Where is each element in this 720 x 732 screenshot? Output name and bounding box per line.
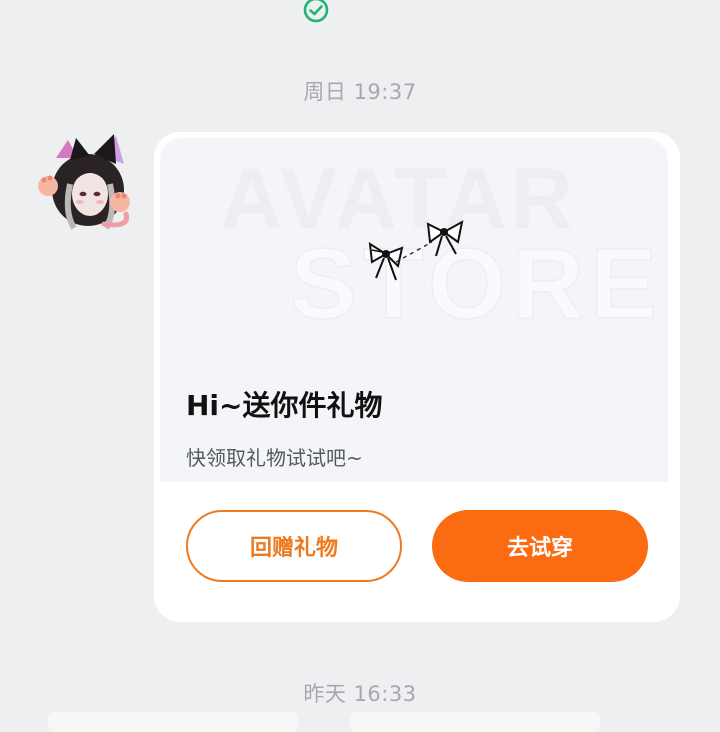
timestamp: 昨天 16:33 [303,682,417,706]
gift-message-card[interactable]: AVATAR STORE Hi~送你件礼物 快领取礼物试试吧~ 回赠礼物 去试穿 [154,132,680,622]
avatar[interactable] [34,128,134,238]
next-message-preview [48,712,298,732]
check-circle-icon [303,0,329,23]
gift-banner: AVATAR STORE [160,138,668,482]
return-gift-button[interactable]: 回赠礼物 [186,510,402,582]
gift-subtitle: 快领取礼物试试吧~ [186,446,363,470]
next-message-preview [350,712,600,732]
try-on-button[interactable]: 去试穿 [432,510,648,582]
banner-watermark-store: STORE [290,228,663,340]
gift-title: Hi~送你件礼物 [186,389,383,422]
timestamp: 周日 19:37 [303,80,417,104]
